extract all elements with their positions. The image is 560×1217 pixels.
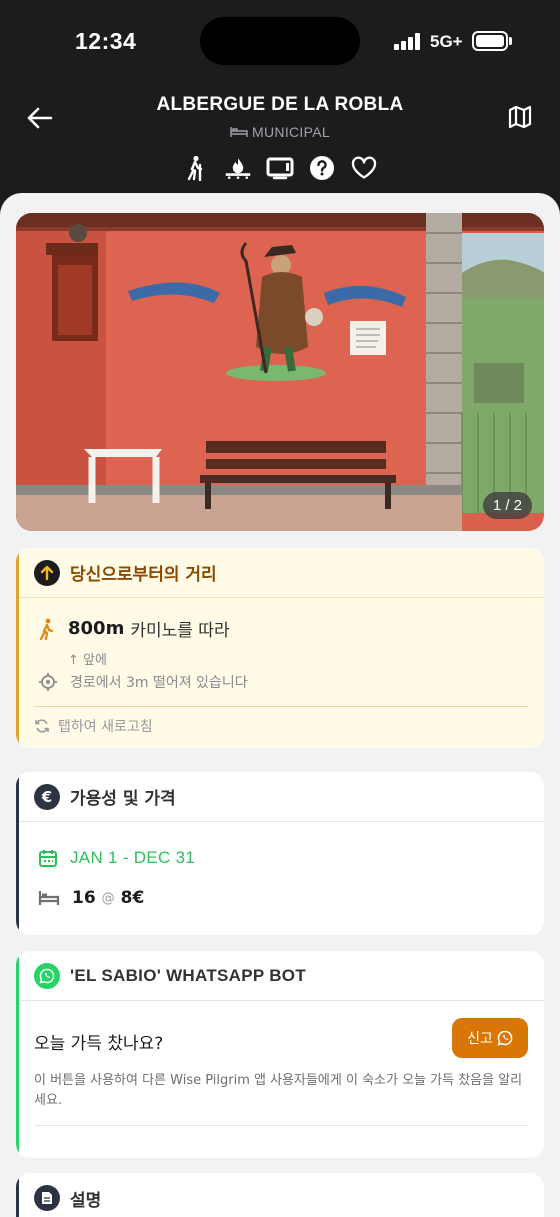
distance-along: 카미노를 따라 (130, 621, 230, 641)
albergue-type: MUNICIPAL (0, 124, 560, 140)
dynamic-island (200, 17, 360, 65)
report-button-label: 신고 (467, 1031, 493, 1047)
map-button[interactable] (505, 102, 535, 132)
photo-carousel[interactable]: 1 / 2 (16, 213, 544, 531)
whatsapp-card-title: 'EL SABIO' WHATSAPP BOT (70, 965, 307, 985)
distance-card[interactable]: 당신으로부터의 거리 800m 카미노를 따라 ↑ 앞에 경로에서 3m 떨어져… (16, 548, 544, 748)
crosshair-icon (39, 673, 57, 691)
distance-card-title: 당신으로부터의 거리 (70, 565, 217, 585)
whatsapp-card-header: 'EL SABIO' WHATSAPP BOT (16, 951, 544, 1001)
map-icon (508, 105, 532, 129)
distance-row: 800m 카미노를 따라 (38, 616, 230, 641)
whatsapp-icon (497, 1030, 513, 1046)
status-bar: 12:34 5G+ (0, 0, 560, 80)
distance-card-header: 당신으로부터의 거리 (16, 548, 544, 598)
at-symbol: @ (101, 890, 115, 906)
calendar-icon (39, 850, 57, 867)
tv-icon[interactable] (266, 154, 294, 182)
description-card-header: 설명 (16, 1173, 544, 1217)
availability-card-title: 가용성 및 가격 (70, 789, 176, 809)
whatsapp-description: 이 버튼을 사용하여 다른 Wise Pilgrim 앱 사용자들에게 이 숙소… (34, 1073, 523, 1108)
page-title: ALBERGUE DE LA ROBLA (156, 94, 404, 115)
whatsapp-card: 'EL SABIO' WHATSAPP BOT 오늘 가득 찼나요? 신고 이 … (16, 951, 544, 1158)
arrow-up-icon (34, 559, 60, 586)
document-icon (34, 1185, 60, 1211)
amenities-row (0, 154, 560, 182)
whatsapp-icon (34, 962, 60, 989)
signal-icon (394, 32, 424, 50)
season-dates: JAN 1 - DEC 31 (70, 848, 196, 867)
availability-card-header: € 가용성 및 가격 (16, 772, 544, 822)
content-sheet: 1 / 2 당신으로부터의 거리 800m 카미노를 따라 ↑ 앞에 경로에서 … (0, 193, 560, 1217)
help-icon[interactable] (308, 154, 336, 182)
battery-tip (509, 37, 512, 45)
albergue-type-label: MUNICIPAL (252, 124, 330, 140)
report-full-button[interactable]: 신고 (452, 1018, 528, 1058)
refresh-row[interactable]: 탭하여 새로고침 (34, 716, 153, 736)
refresh-label: 탭하여 새로고침 (58, 719, 153, 735)
description-card[interactable]: 설명 (16, 1173, 544, 1217)
network-label: 5G+ (430, 32, 463, 51)
direction-label: ↑ 앞에 (68, 653, 107, 668)
full-question: 오늘 가득 찼나요? (34, 1034, 164, 1054)
hiker-icon[interactable] (182, 154, 210, 182)
photo-counter: 1 / 2 (482, 492, 532, 519)
clock: 12:34 (75, 28, 137, 54)
description-card-title: 설명 (70, 1190, 102, 1211)
bed-icon (38, 891, 60, 905)
card-accent-bar (16, 772, 19, 935)
walking-icon (39, 618, 54, 640)
header: ALBERGUE DE LA ROBLA MUNICIPAL (0, 80, 560, 194)
card-accent-bar (16, 1173, 19, 1217)
divider (34, 1125, 528, 1126)
fire-icon[interactable] (224, 154, 252, 182)
divider (34, 706, 528, 707)
offroute-label: 경로에서 3m 떨어져 있습니다 (70, 675, 248, 691)
price: 8€ (120, 888, 145, 908)
refresh-icon (35, 719, 49, 733)
card-accent-bar (16, 548, 19, 748)
heart-icon[interactable] (350, 154, 378, 182)
bed-count: 16 (72, 888, 96, 908)
battery-icon (472, 31, 508, 51)
euro-icon: € (34, 783, 60, 810)
bed-icon (230, 127, 248, 137)
offroute-row: 경로에서 3m 떨어져 있습니다 (38, 672, 248, 692)
card-accent-bar (16, 951, 19, 1158)
distance-amount: 800m (68, 618, 125, 639)
beds-price-row: 16 @ 8€ (38, 888, 144, 908)
albergue-photo (16, 213, 544, 531)
season-row: JAN 1 - DEC 31 (38, 848, 195, 868)
availability-card: € 가용성 및 가격 JAN 1 - DEC 31 16 @ 8€ (16, 772, 544, 935)
